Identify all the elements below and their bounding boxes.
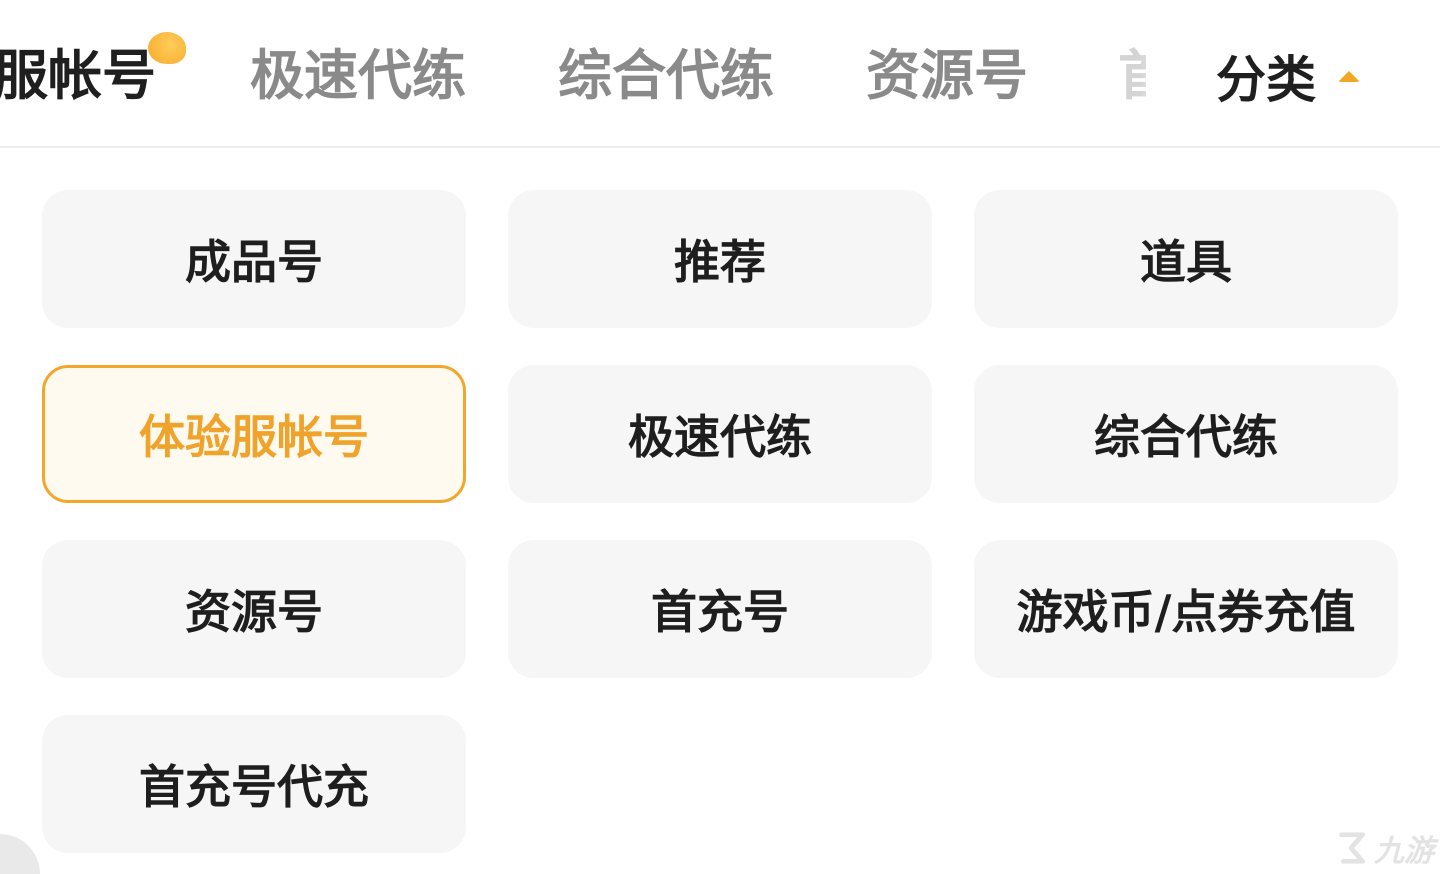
option-finished-account[interactable]: 成品号	[42, 190, 466, 328]
option-trial-server-account[interactable]: 体验服帐号	[42, 365, 466, 503]
top-tab-bar: 服帐号 极速代练 综合代练 资源号 首 分类	[0, 0, 1440, 147]
page: 服帐号 极速代练 综合代练 资源号 首 分类 成品号 推荐 道具 体验服帐号 极…	[0, 0, 1440, 874]
watermark: 九游	[1334, 826, 1434, 870]
tab-resource-account[interactable]: 资源号	[866, 36, 1028, 116]
option-first-recharge-account[interactable]: 首充号	[508, 540, 932, 678]
option-general-boost[interactable]: 综合代练	[974, 365, 1398, 503]
jiuyou-logo-icon	[1339, 832, 1365, 864]
tab-express-boost[interactable]: 极速代练	[250, 36, 466, 116]
option-resource-account[interactable]: 资源号	[42, 540, 466, 678]
tab-general-boost[interactable]: 综合代练	[558, 36, 774, 116]
category-grid: 成品号 推荐 道具 体验服帐号 极速代练 综合代练 资源号 首充号 游戏币/点券…	[0, 148, 1440, 874]
category-label: 分类	[1216, 51, 1316, 109]
watermark-text: 九游	[1374, 834, 1434, 869]
tab-active[interactable]: 服帐号	[0, 36, 156, 116]
caret-up-icon	[1338, 70, 1360, 82]
tab-fade-mask	[1140, 0, 1210, 146]
active-tab-indicator-icon	[148, 32, 186, 64]
option-recommended[interactable]: 推荐	[508, 190, 932, 328]
option-first-recharge-proxy[interactable]: 首充号代充	[42, 715, 466, 853]
option-express-boost[interactable]: 极速代练	[508, 365, 932, 503]
option-currency-recharge[interactable]: 游戏币/点券充值	[974, 540, 1398, 678]
category-toggle[interactable]: 分类	[1216, 36, 1360, 116]
option-items[interactable]: 道具	[974, 190, 1398, 328]
